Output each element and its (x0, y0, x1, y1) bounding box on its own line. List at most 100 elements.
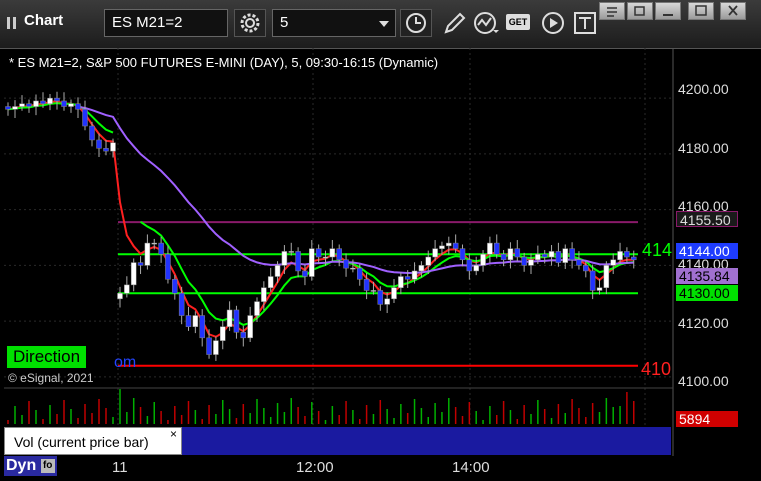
candle-body (452, 242, 459, 249)
candle-body (40, 100, 46, 104)
candle-body (514, 248, 521, 258)
candle-body (446, 242, 452, 247)
candle-body (68, 103, 74, 107)
candle-body (12, 106, 18, 110)
candle-body (220, 326, 226, 341)
candles (5, 91, 637, 361)
candle-body (610, 259, 616, 266)
y-tick-label: 4100.00 (678, 373, 729, 389)
candle-body (213, 340, 219, 355)
chart-window: Chart ES M21=2 5 GET * ES M21=2, S&P 500… (0, 0, 761, 481)
candle-body (357, 267, 363, 280)
copyright: © eSignal, 2021 (8, 371, 94, 385)
time-label: 14:00 (452, 459, 490, 476)
candle-body (315, 248, 322, 258)
candle-body (226, 309, 233, 327)
candle-body (589, 270, 596, 291)
candle-body (473, 265, 479, 272)
candle-body (33, 100, 39, 107)
candle-body (562, 248, 568, 263)
candle-body (199, 315, 205, 339)
volume-bars (7, 389, 635, 424)
moving-averages (7, 100, 634, 338)
candle-body (500, 253, 507, 261)
candle-body (370, 290, 377, 292)
candle-body (617, 251, 623, 261)
candle-body (487, 242, 493, 255)
time-label: 12:00 (296, 459, 334, 476)
candle-body (137, 262, 144, 266)
candle-body (75, 103, 81, 110)
candle-body (528, 259, 534, 266)
candle-body (61, 100, 67, 107)
candle-body (439, 245, 445, 249)
candle-body (206, 337, 212, 355)
candle-body (569, 248, 575, 261)
candle-body (254, 301, 260, 316)
candle-body (267, 276, 274, 288)
red-level-text: 410 (641, 359, 672, 379)
last-price-label: 4144.00 (676, 243, 738, 259)
candle-body (425, 256, 431, 266)
chart-description: * ES M21=2, S&P 500 FUTURES E-MINI (DAY)… (9, 55, 439, 70)
support-price-label: 4130.00 (676, 285, 738, 301)
candle-body (377, 290, 384, 305)
candle-body (363, 279, 370, 291)
blue-text-fragment: om (114, 354, 137, 371)
candle-body (583, 265, 589, 272)
dyn-label: Dyn (6, 457, 37, 474)
candle-body (555, 251, 562, 263)
candle-body (329, 248, 336, 258)
volume-value: 5894 (676, 411, 738, 427)
y-tick-label: 4180.00 (678, 140, 729, 156)
candle-body (336, 248, 342, 261)
candle-body (404, 276, 411, 280)
candle-body (233, 309, 240, 333)
candle-body (603, 265, 610, 288)
candle-body (261, 287, 267, 302)
candle-body (247, 315, 253, 339)
candle-body (172, 279, 178, 294)
candle-body (398, 276, 404, 288)
candle-body (178, 292, 185, 316)
candle-body (47, 97, 53, 104)
candle-body (384, 298, 390, 305)
candle-body (103, 148, 109, 152)
candle-body (26, 103, 32, 107)
candle-body (165, 253, 171, 280)
candle-body (411, 270, 418, 280)
time-label: 11 (112, 459, 128, 476)
candle-body (130, 262, 137, 286)
candle-body (124, 284, 130, 294)
candle-body (494, 242, 500, 255)
candle-body (192, 315, 199, 327)
candle-body (54, 97, 60, 102)
candle-body (418, 265, 425, 272)
dynamic-toggle[interactable]: Dyn fo (4, 456, 57, 476)
candle-body (185, 315, 192, 327)
candle-body (343, 259, 349, 269)
candle-body (548, 251, 555, 258)
volume-label-text: Vol (current price bar) (14, 434, 149, 450)
y-tick-label: 4200.00 (678, 81, 729, 97)
volume-study-label[interactable]: Vol (current price bar) (4, 427, 182, 455)
candle-body (151, 242, 157, 245)
candle-body (89, 125, 95, 141)
volume-close-icon[interactable]: × (170, 427, 177, 441)
candle-body (350, 267, 356, 270)
candle-body (521, 256, 527, 266)
direction-label: Direction (7, 346, 87, 368)
fast-ma-line (7, 100, 634, 338)
candle-body (82, 109, 88, 127)
candle-body (96, 139, 102, 149)
candle-body (631, 256, 637, 261)
candle-body (322, 256, 329, 259)
ma-price-label: 4135.84 (676, 268, 738, 284)
candle-body (480, 253, 486, 266)
green-ma-line (7, 102, 114, 134)
candle-body (432, 248, 438, 258)
candle-body (391, 287, 397, 300)
candle-body (596, 287, 603, 291)
candle-body (110, 142, 116, 152)
candle-body (459, 248, 466, 261)
